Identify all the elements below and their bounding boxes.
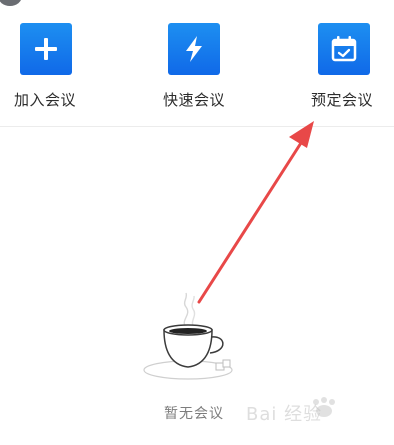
calendar-check-icon bbox=[318, 23, 370, 75]
schedule-meeting-button[interactable]: 预定会议 bbox=[298, 23, 394, 113]
lightning-icon bbox=[168, 23, 220, 75]
watermark-text: Bai 经验 bbox=[246, 404, 323, 425]
join-meeting-button[interactable]: 加入会议 bbox=[0, 23, 100, 113]
quick-meeting-button[interactable]: 快速会议 bbox=[147, 23, 247, 113]
join-meeting-label: 加入会议 bbox=[14, 91, 77, 109]
divider bbox=[0, 126, 394, 127]
plus-icon bbox=[20, 23, 72, 75]
coffee-cup-icon bbox=[143, 292, 233, 380]
empty-state-text: 暂无会议 bbox=[164, 406, 224, 422]
meeting-actions: 加入会议 快速会议 预定会议 bbox=[0, 0, 394, 126]
schedule-meeting-label: 预定会议 bbox=[311, 91, 374, 109]
quick-meeting-label: 快速会议 bbox=[163, 91, 226, 109]
